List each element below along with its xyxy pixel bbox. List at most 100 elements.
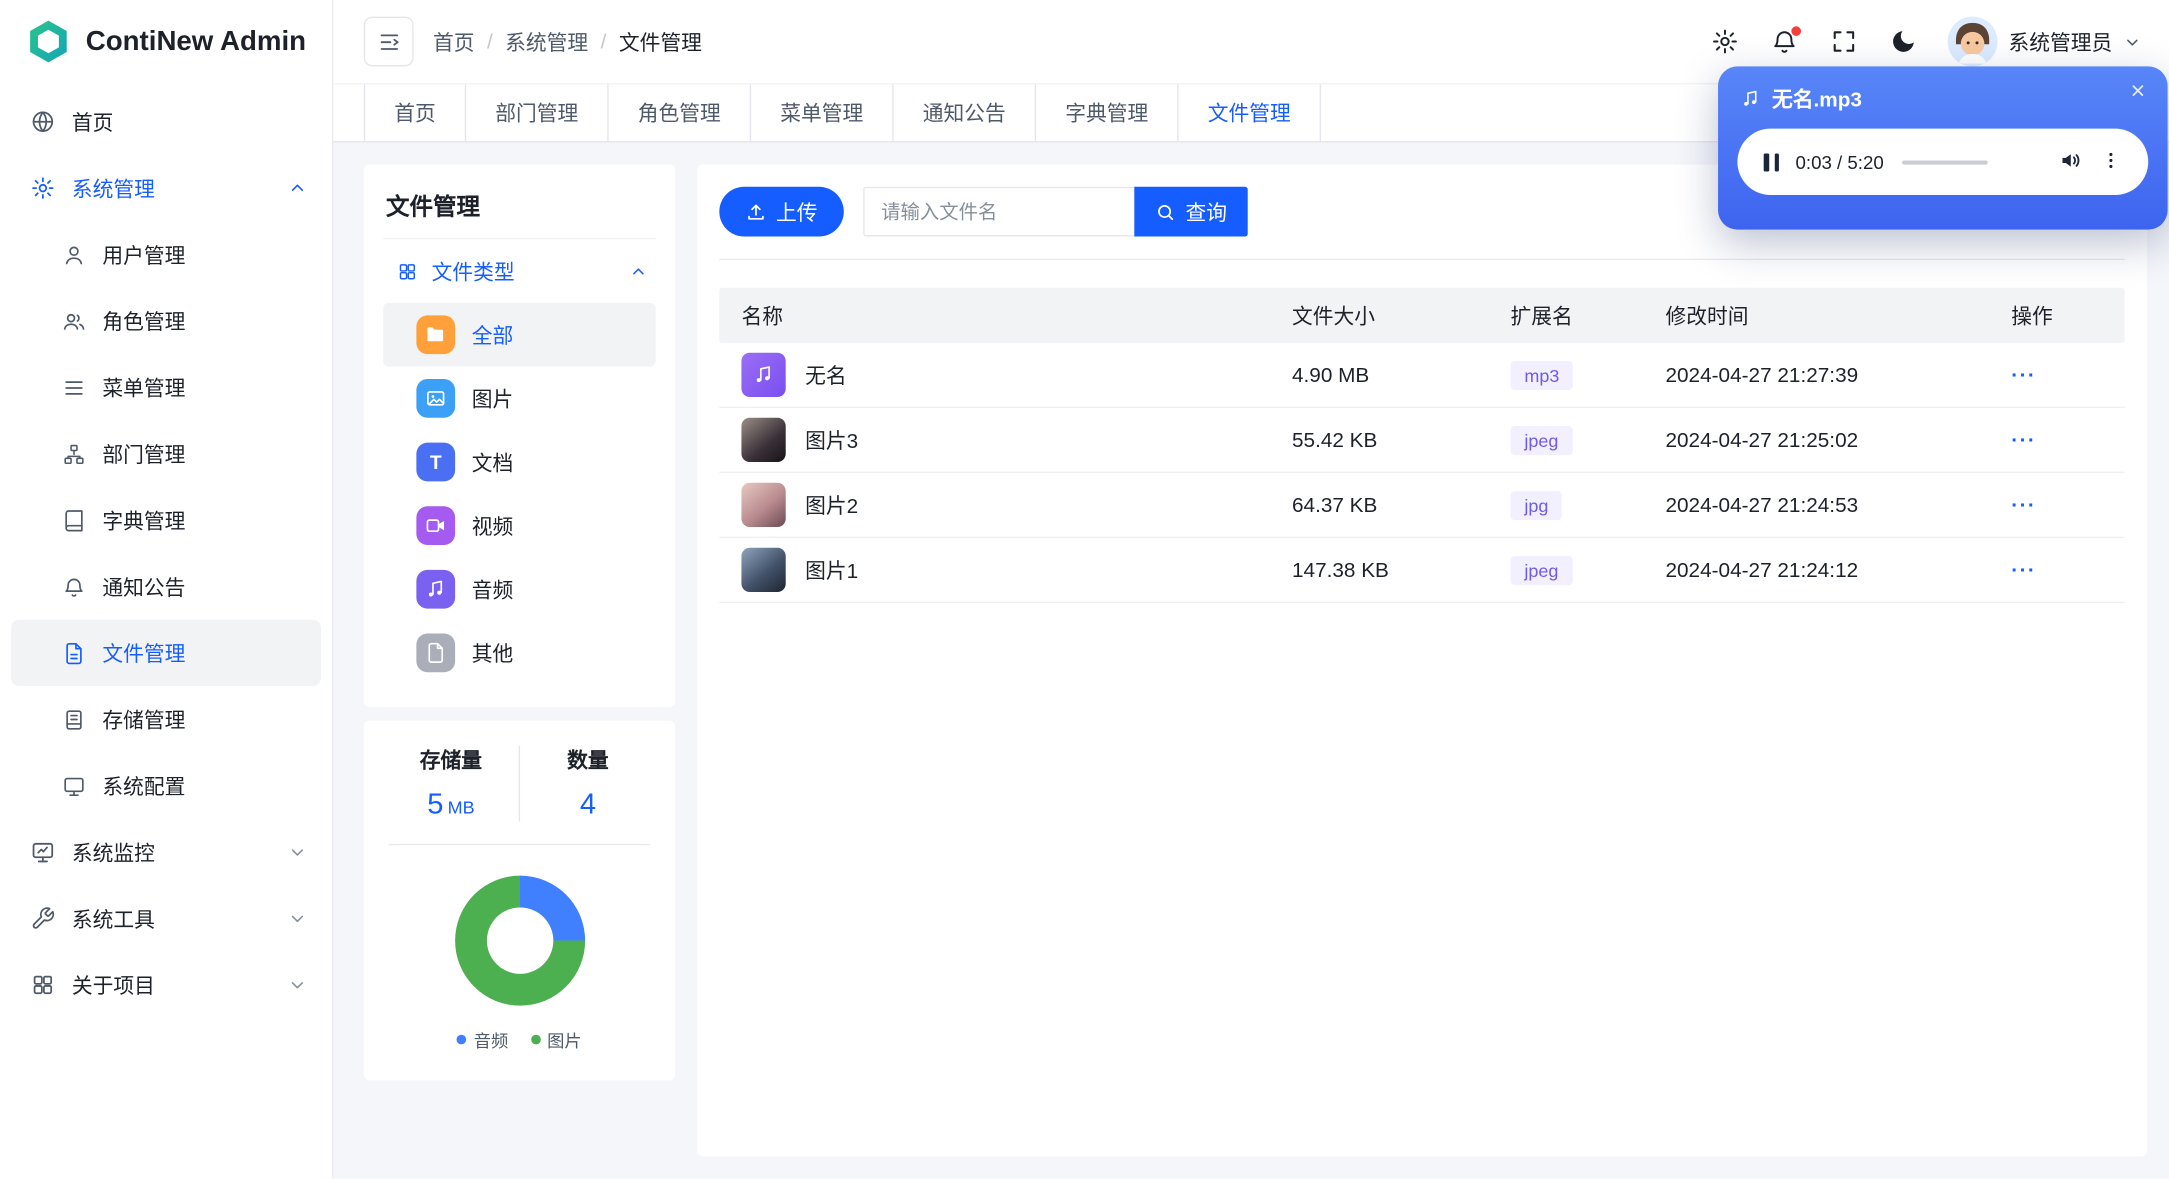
user-menu[interactable]: 系统管理员 xyxy=(1947,16,2142,67)
file-time: 2024-04-27 21:25:02 xyxy=(1665,428,1859,452)
avatar xyxy=(1947,16,1998,67)
gear-icon xyxy=(1711,28,1739,56)
dark-mode-button[interactable] xyxy=(1888,26,1918,56)
settings-button[interactable] xyxy=(1710,26,1740,56)
file-type-audio[interactable]: 音频 xyxy=(383,557,656,621)
sidebar-collapse-button[interactable] xyxy=(363,16,414,67)
tab-roles[interactable]: 角色管理 xyxy=(609,84,752,142)
table-row[interactable]: 无名 4.90 MB mp3 2024-04-27 21:27:39 ··· xyxy=(719,343,2125,409)
file-icon xyxy=(416,633,456,673)
sidebar-group-tools[interactable]: 系统工具 xyxy=(11,885,321,951)
sidebar-item-dictionary[interactable]: 字典管理 xyxy=(11,487,321,553)
player-time: 0:03 / 5:20 xyxy=(1795,151,1884,173)
org-tree-icon xyxy=(62,442,86,466)
file-type-donut xyxy=(454,875,585,1006)
breadcrumb-system[interactable]: 系统管理 xyxy=(505,27,588,56)
notifications-button[interactable] xyxy=(1769,24,1803,56)
sidebar-item-notices[interactable]: 通知公告 xyxy=(11,553,321,619)
breadcrumb-home[interactable]: 首页 xyxy=(433,27,475,56)
file-time: 2024-04-27 21:27:39 xyxy=(1665,363,1859,387)
close-icon[interactable] xyxy=(2129,82,2151,104)
search-input[interactable] xyxy=(863,186,1135,237)
table-row[interactable]: 图片1 147.38 KB jpeg 2024-04-27 21:24:12 ·… xyxy=(719,538,2125,604)
sidebar-item-departments[interactable]: 部门管理 xyxy=(11,421,321,487)
search-group: 查询 xyxy=(863,186,1248,237)
chevron-down-icon xyxy=(2123,33,2141,51)
chevron-up-icon xyxy=(288,178,307,197)
sidebar-item-menus[interactable]: 菜单管理 xyxy=(11,354,321,420)
row-actions-button[interactable]: ··· xyxy=(2011,428,2036,452)
player-controls: 0:03 / 5:20 xyxy=(1737,128,2149,196)
legend-dot-audio xyxy=(457,1034,467,1045)
grid-icon xyxy=(397,261,418,282)
tab-files[interactable]: 文件管理 xyxy=(1179,84,1322,142)
file-name: 图片3 xyxy=(805,429,859,454)
upload-button[interactable]: 上传 xyxy=(719,186,844,237)
query-button[interactable]: 查询 xyxy=(1134,186,1248,237)
monitor-chart-icon xyxy=(30,840,55,865)
storage-value: 5 xyxy=(427,788,444,821)
tab-home[interactable]: 首页 xyxy=(363,84,467,142)
sidebar-group-system[interactable]: 系统管理 xyxy=(11,155,321,221)
file-name: 无名 xyxy=(805,364,847,389)
book-icon xyxy=(62,508,86,532)
file-type-root[interactable]: 文件类型 xyxy=(383,239,656,303)
sidebar-item-roles[interactable]: 角色管理 xyxy=(11,288,321,354)
chevron-up-icon xyxy=(629,262,647,280)
tab-menus[interactable]: 菜单管理 xyxy=(751,84,894,142)
app-logo[interactable]: ContiNew Admin xyxy=(0,0,332,83)
storage-stats-panel: 存储量 5 MB 数量 4 音频 图片 xyxy=(363,720,676,1081)
player-progress-bar[interactable] xyxy=(1901,159,1988,164)
sidebar-menu: 首页 系统管理 用户管理 角色管理 菜单管理 部门管理 字典管理 通知公告 文件… xyxy=(0,83,332,1018)
tab-dictionary[interactable]: 字典管理 xyxy=(1036,84,1179,142)
sidebar-item-config[interactable]: 系统配置 xyxy=(11,753,321,819)
divider xyxy=(388,843,651,846)
file-size: 147.38 KB xyxy=(1291,558,1389,582)
sidebar-item-users[interactable]: 用户管理 xyxy=(11,221,321,287)
table-header: 名称 文件大小 扩展名 修改时间 操作 xyxy=(719,287,2125,344)
count-value: 4 xyxy=(579,788,596,821)
file-icon xyxy=(62,641,86,665)
wrench-icon xyxy=(30,906,55,931)
sidebar-item-storage[interactable]: 存储管理 xyxy=(11,686,321,752)
file-thumbnail xyxy=(741,417,786,463)
fullscreen-button[interactable] xyxy=(1829,26,1859,56)
column-ops: 操作 xyxy=(2011,305,2053,329)
upload-icon xyxy=(746,201,767,222)
pause-button[interactable] xyxy=(1761,150,1782,174)
tab-departments[interactable]: 部门管理 xyxy=(466,84,609,142)
sidebar-group-monitor[interactable]: 系统监控 xyxy=(11,819,321,885)
file-type-document[interactable]: T 文档 xyxy=(383,430,656,494)
document-icon: T xyxy=(416,442,456,482)
image-icon xyxy=(416,379,456,418)
table-row[interactable]: 图片3 55.42 KB jpeg 2024-04-27 21:25:02 ··… xyxy=(719,408,2125,474)
file-table: 名称 文件大小 扩展名 修改时间 操作 无名 4.90 MB mp3 2024-… xyxy=(719,287,2125,604)
file-size: 64.37 KB xyxy=(1291,493,1378,517)
file-type-panel: 文件管理 文件类型 全部 图片 T 文档 视频 音频 其他 xyxy=(363,164,676,707)
file-type-all[interactable]: 全部 xyxy=(383,302,656,367)
file-type-image[interactable]: 图片 xyxy=(383,367,656,431)
divider xyxy=(719,258,2125,261)
tab-notices[interactable]: 通知公告 xyxy=(894,84,1037,142)
row-actions-button[interactable]: ··· xyxy=(2011,558,2036,582)
file-thumbnail xyxy=(741,482,786,528)
count-stat: 数量 4 xyxy=(518,745,656,822)
legend-dot-image xyxy=(530,1034,541,1045)
sidebar-item-home[interactable]: 首页 xyxy=(11,89,321,155)
sidebar-group-about[interactable]: 关于项目 xyxy=(11,952,321,1018)
volume-button[interactable] xyxy=(2058,148,2086,176)
file-thumbnail xyxy=(741,547,786,593)
sidebar-item-files[interactable]: 文件管理 xyxy=(11,619,321,687)
search-icon xyxy=(1155,201,1176,222)
column-ext: 扩展名 xyxy=(1510,305,1573,329)
row-actions-button[interactable]: ··· xyxy=(2011,363,2036,387)
bell-icon xyxy=(62,575,86,599)
notification-dot xyxy=(1789,24,1803,38)
kebab-menu-button[interactable] xyxy=(2100,149,2125,174)
file-name: 图片1 xyxy=(805,559,859,584)
file-type-other[interactable]: 其他 xyxy=(383,621,656,685)
file-type-video[interactable]: 视频 xyxy=(383,494,656,558)
file-time: 2024-04-27 21:24:53 xyxy=(1665,493,1859,517)
row-actions-button[interactable]: ··· xyxy=(2011,493,2036,517)
table-row[interactable]: 图片2 64.37 KB jpg 2024-04-27 21:24:53 ··· xyxy=(719,473,2125,539)
